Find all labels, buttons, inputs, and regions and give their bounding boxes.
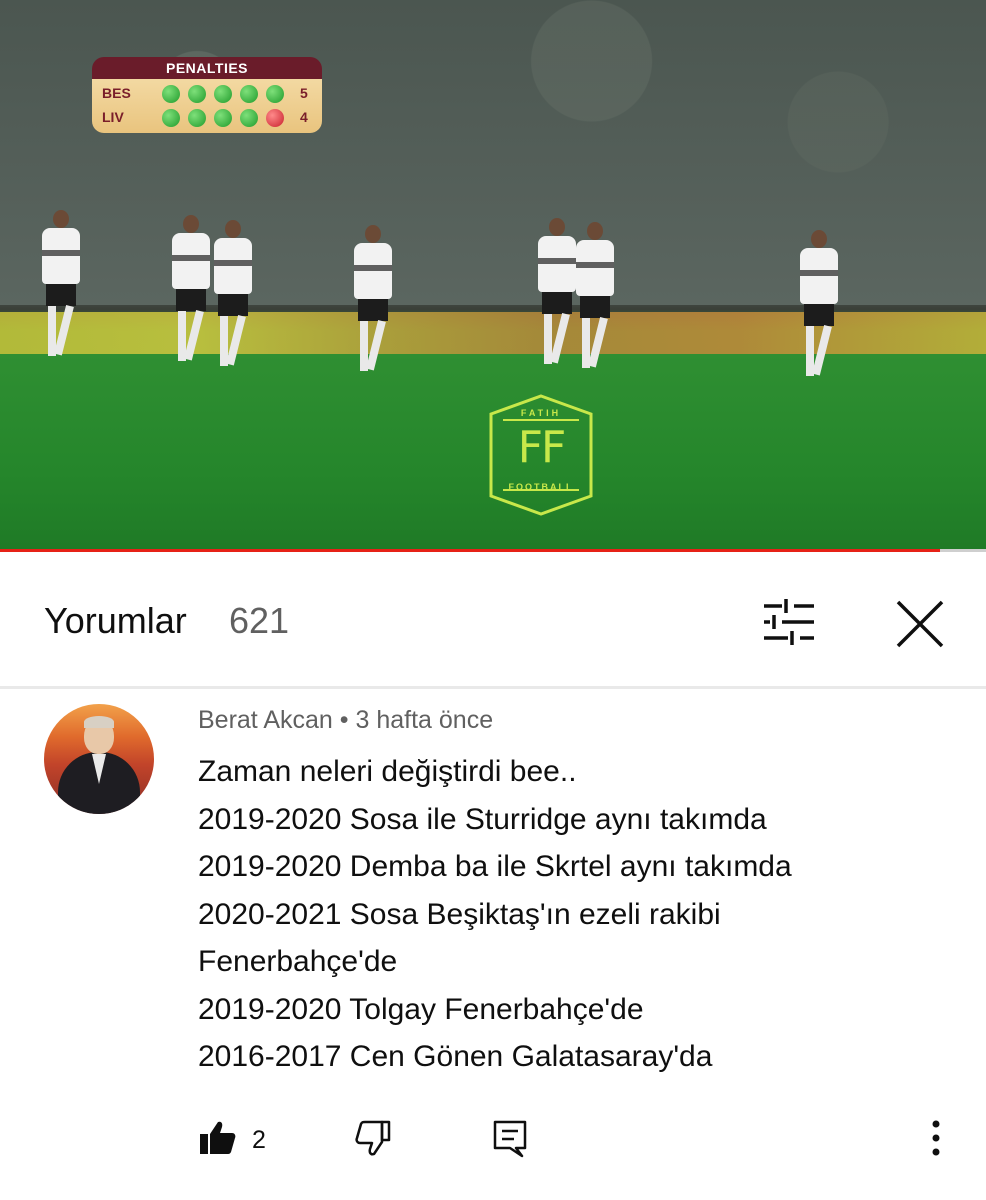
- comment-actions: 2: [0, 1110, 986, 1170]
- more-options-button[interactable]: [918, 1118, 954, 1160]
- comment-meta: Berat Akcan • 3 hafta önce: [198, 706, 493, 735]
- meta-separator: •: [339, 706, 349, 734]
- comment-line: Zaman neleri değiştirdi bee..: [198, 755, 577, 788]
- comment-line: 2019-2020 Sosa ile Sturridge aynı takımd…: [198, 802, 767, 836]
- close-icon: [896, 600, 944, 648]
- reply-button[interactable]: [490, 1118, 530, 1158]
- comment-line: Fenerbahçe'de: [198, 945, 398, 978]
- penalty-scored-dot: [188, 109, 206, 127]
- channel-watermark-logo: FATIH FF FOOTBALL: [489, 394, 593, 516]
- video-progress-bar[interactable]: [0, 549, 986, 552]
- comment-time: 3 hafta önce: [355, 706, 494, 734]
- penalty-scored-dot: [162, 85, 180, 103]
- comment-author[interactable]: Berat Akcan: [198, 706, 333, 734]
- reply-icon: [493, 1120, 527, 1158]
- comment-line: 2020-2021 Sosa Beşiktaş'ın ezeli rakibi: [198, 897, 721, 931]
- player: [350, 225, 396, 375]
- video-player[interactable]: PENALTIES BES 5 LIV 4 FATIH FF FOOTBALL: [0, 0, 986, 552]
- penalty-scored-dot: [214, 85, 232, 103]
- team-name: BES: [102, 85, 131, 101]
- comments-count: 621: [229, 600, 290, 641]
- thumbs-up-icon: [200, 1121, 236, 1154]
- watermark-monogram: FF: [517, 422, 567, 473]
- like-button[interactable]: [198, 1118, 238, 1158]
- comment-text: Zaman neleri değiştirdi bee.. 2019-2020 …: [198, 748, 958, 1081]
- sort-sliders-icon: [764, 599, 814, 645]
- scoreboard-row: BES 5: [92, 82, 322, 106]
- watermark-top-text: FATIH: [520, 408, 562, 418]
- team-penalty-total: 4: [300, 109, 308, 125]
- watermark-bottom-text: FOOTBALL: [508, 482, 574, 492]
- penalty-scored-dot: [240, 85, 258, 103]
- comment-line: 2019-2020 Demba ba ile Skrtel aynı takım…: [198, 850, 792, 883]
- like-count: 2: [252, 1126, 266, 1154]
- player: [572, 222, 618, 372]
- avatar[interactable]: [44, 704, 154, 814]
- team-name: LIV: [102, 109, 124, 125]
- header-divider: [0, 686, 986, 689]
- penalty-scored-dot: [162, 109, 180, 127]
- penalty-scored-dot: [266, 85, 284, 103]
- penalty-scored-dot: [214, 109, 232, 127]
- dislike-button[interactable]: [352, 1118, 392, 1158]
- thumbs-down-icon: [355, 1120, 391, 1156]
- penalty-scoreboard: PENALTIES BES 5 LIV 4: [92, 57, 322, 135]
- scoreboard-title: PENALTIES: [92, 57, 322, 79]
- comment-line: 2019-2020 Tolgay Fenerbahçe'de: [198, 992, 644, 1026]
- player: [210, 220, 256, 370]
- scoreboard-row: LIV 4: [92, 106, 322, 130]
- more-vertical-icon: [932, 1120, 940, 1156]
- penalty-scored-dot: [240, 109, 258, 127]
- player: [168, 215, 214, 365]
- video-progress-fill: [0, 549, 940, 552]
- comment-line: 2016-2017 Cen Gönen Galatasaray'da: [198, 1040, 713, 1073]
- penalty-scored-dot: [188, 85, 206, 103]
- close-comments-button[interactable]: [892, 596, 948, 652]
- comments-header: Yorumlar 621: [0, 556, 986, 686]
- penalty-missed-dot: [266, 109, 284, 127]
- player: [796, 230, 842, 380]
- sort-comments-button[interactable]: [758, 596, 818, 650]
- player: [38, 210, 84, 360]
- team-penalty-total: 5: [300, 85, 308, 101]
- comments-title: Yorumlar: [44, 600, 187, 641]
